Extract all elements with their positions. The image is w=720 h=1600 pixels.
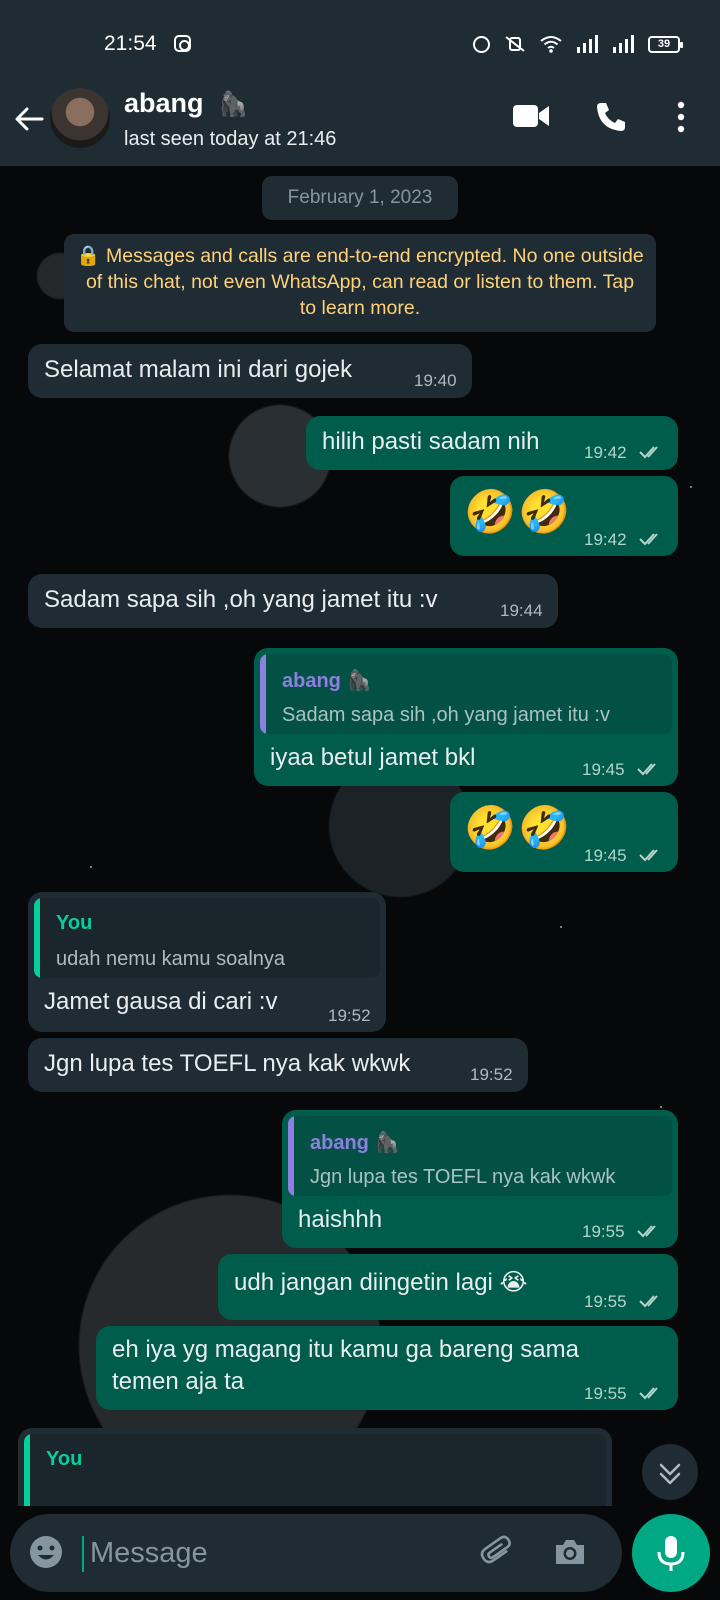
scroll-to-bottom-button[interactable] (642, 1444, 698, 1500)
quote-author: You (56, 912, 93, 934)
microphone-icon (657, 1536, 685, 1571)
message-text: iyaa betul jamet bkl (270, 744, 476, 771)
message-time: 19:45 (582, 760, 625, 779)
message-text: haishhh (298, 1206, 383, 1233)
message-box[interactable] (10, 1514, 622, 1592)
message-bubble-incoming[interactable]: You udah nemu kamu soalnya Jamet gausa d… (28, 892, 386, 1032)
message-emoji: 🤣🤣 (464, 488, 573, 535)
instagram-notification-icon (174, 35, 191, 52)
wifi-icon (540, 36, 562, 53)
message-bubble-incoming[interactable]: You (18, 1428, 612, 1506)
message-bubble-outgoing[interactable]: abang 🦍 Sadam sapa sih ,oh yang jamet it… (254, 648, 678, 786)
emoji-icon[interactable] (28, 1534, 64, 1570)
message-text: Selamat malam ini dari gojek (44, 356, 353, 383)
read-receipt-icon (639, 533, 658, 546)
read-receipt-icon (639, 1387, 658, 1400)
message-bubble-outgoing[interactable]: udh jangan diingetin lagi 😭 19:55 (218, 1254, 678, 1320)
message-bubble-outgoing[interactable]: 🤣🤣 19:45 (450, 792, 678, 872)
quote-accent-bar (34, 898, 40, 978)
message-time: 19:55 (584, 1384, 627, 1403)
contact-name[interactable]: abang (124, 88, 204, 119)
message-text: Sadam sapa sih ,oh yang jamet itu :v (44, 586, 438, 613)
message-time: 19:55 (584, 1292, 627, 1311)
quote-accent-bar (24, 1434, 30, 1506)
quote-accent-bar (288, 1116, 294, 1196)
message-composer (0, 1506, 720, 1600)
message-emoji: 🤣🤣 (464, 804, 573, 851)
battery-icon: 39 (648, 35, 683, 53)
alarm-icon (473, 35, 490, 53)
back-arrow-icon[interactable] (12, 102, 46, 136)
message-time: 19:52 (328, 1006, 371, 1025)
quote-accent-bar (260, 654, 266, 734)
message-text-line-2: temen aja ta (112, 1368, 245, 1395)
message-time: 19:42 (584, 530, 627, 549)
quote-author: abang 🦍 (282, 670, 372, 692)
message-bubble-outgoing[interactable]: abang 🦍 Jgn lupa tes TOEFL nya kak wkwk … (282, 1110, 678, 1248)
message-bubble-outgoing[interactable]: eh iya yg magang itu kamu ga bareng sama… (96, 1326, 678, 1410)
quoted-message[interactable]: abang 🦍 Sadam sapa sih ,oh yang jamet it… (260, 654, 672, 734)
message-time: 19:40 (414, 371, 457, 390)
chat-conversation[interactable]: February 1, 2023 🔒 Messages and calls ar… (0, 166, 720, 1506)
quote-text: Jgn lupa tes TOEFL nya kak wkwk (310, 1166, 616, 1188)
read-receipt-icon (639, 849, 658, 862)
message-time: 19:55 (582, 1222, 625, 1241)
encryption-notice[interactable]: 🔒 Messages and calls are end-to-end encr… (64, 234, 656, 332)
status-bar: 21:54 39 (0, 0, 720, 84)
signal-icon-sim2 (613, 35, 634, 53)
contact-name-emoji: 🦍 (218, 91, 248, 118)
message-bubble-outgoing[interactable]: 🤣🤣 19:42 (450, 476, 678, 556)
wallpaper-star (690, 486, 692, 488)
wallpaper-star (90, 866, 92, 868)
message-bubble-incoming[interactable]: Selamat malam ini dari gojek 19:40 (28, 344, 472, 398)
message-text: Jgn lupa tes TOEFL nya kak wkwk (44, 1050, 411, 1077)
video-call-icon[interactable] (512, 102, 550, 130)
message-input[interactable] (90, 1526, 470, 1580)
quote-author: You (46, 1448, 83, 1470)
signal-icon (577, 35, 598, 53)
wallpaper-star (660, 1106, 662, 1108)
message-text-line-1: eh iya yg magang itu kamu ga bareng sama (112, 1336, 579, 1363)
quoted-message[interactable]: You (24, 1434, 606, 1506)
message-text: udh jangan diingetin lagi 😭 (234, 1269, 528, 1296)
read-receipt-icon (639, 1295, 658, 1308)
camera-icon[interactable] (552, 1534, 588, 1570)
status-icons: 39 (473, 32, 683, 56)
status-time: 21:54 (104, 32, 157, 55)
read-receipt-icon (637, 763, 656, 776)
text-cursor (82, 1536, 84, 1572)
message-time: 19:52 (470, 1065, 513, 1084)
message-bubble-incoming[interactable]: Jgn lupa tes TOEFL nya kak wkwk 19:52 (28, 1038, 528, 1092)
quote-author: abang 🦍 (310, 1132, 400, 1154)
wallpaper-star (560, 926, 562, 928)
voice-message-button[interactable] (632, 1514, 710, 1592)
quote-text: udah nemu kamu soalnya (56, 948, 286, 970)
date-chip: February 1, 2023 (262, 176, 458, 220)
chat-header: abang 🦍 last seen today at 21:46 (0, 84, 720, 166)
contact-avatar[interactable] (50, 88, 110, 148)
voice-call-icon[interactable] (594, 100, 628, 134)
double-chevron-down-icon (659, 1463, 681, 1485)
message-bubble-outgoing[interactable]: hilih pasti sadam nih 19:42 (306, 416, 678, 470)
message-bubble-incoming[interactable]: Sadam sapa sih ,oh yang jamet itu :v 19:… (28, 574, 558, 628)
message-time: 19:42 (584, 443, 627, 462)
quoted-message[interactable]: abang 🦍 Jgn lupa tes TOEFL nya kak wkwk (288, 1116, 672, 1196)
read-receipt-icon (637, 1225, 656, 1238)
message-time: 19:45 (584, 846, 627, 865)
vibrate-mute-icon (505, 36, 525, 52)
more-options-icon[interactable] (674, 100, 688, 134)
quoted-message[interactable]: You udah nemu kamu soalnya (34, 898, 380, 978)
message-text: Jamet gausa di cari :v (44, 988, 278, 1015)
read-receipt-icon (639, 446, 658, 459)
quote-text: Sadam sapa sih ,oh yang jamet itu :v (282, 704, 610, 726)
attach-icon[interactable] (480, 1534, 516, 1570)
last-seen-status[interactable]: last seen today at 21:46 (124, 128, 336, 151)
message-text: hilih pasti sadam nih (322, 428, 540, 455)
message-time: 19:44 (500, 601, 543, 620)
